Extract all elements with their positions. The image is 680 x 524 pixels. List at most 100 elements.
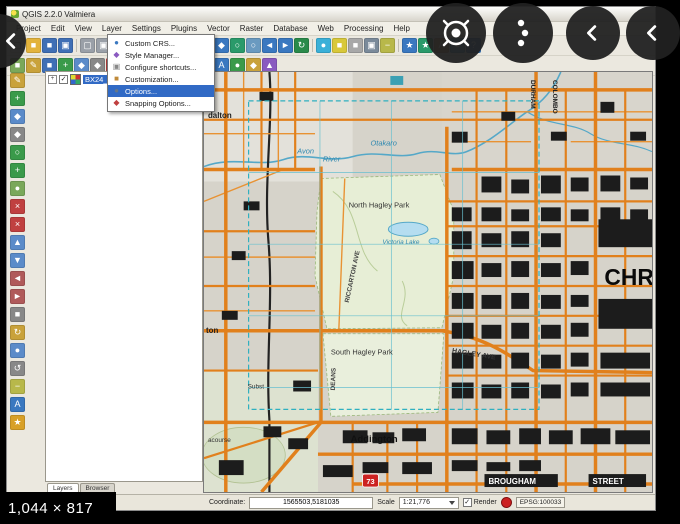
map-building-block [481,384,502,399]
expand-icon[interactable]: + [48,75,57,84]
refresh-icon[interactable]: ↻ [294,38,309,53]
map-label: ton [206,326,218,335]
add-part-icon[interactable]: + [10,163,25,178]
menu-item-snapping-options[interactable]: ◆ Snapping Options... [108,97,214,109]
map-building-block [540,354,561,369]
pin-labels-icon[interactable]: ★ [10,415,25,430]
split-parts-icon[interactable]: ► [10,289,25,304]
zoom-full-icon[interactable]: ◆ [214,38,229,53]
map-building-block [615,430,651,445]
menu-item-options[interactable]: ● Options... [108,85,214,97]
menu-raster[interactable]: Raster [235,23,269,34]
layers-panel[interactable]: + ✓ BX24_Geo [45,71,203,482]
map-label: DURHAM [529,80,536,109]
map-building-block [598,298,652,329]
menu-layer[interactable]: Layer [97,23,127,34]
measure-icon[interactable]: − [380,38,395,53]
menu-vector[interactable]: Vector [202,23,235,34]
menu-database[interactable]: Database [268,23,312,34]
deselect-features-icon[interactable]: ■ [348,38,363,53]
layer-visibility-checkbox[interactable]: ✓ [59,75,68,84]
map-building-block [570,177,589,192]
split-features-icon[interactable]: ◄ [10,271,25,286]
menu-item-configure-shortcuts[interactable]: ▣ Configure shortcuts... [108,61,214,73]
map-building-block [600,207,621,222]
coordinate-input[interactable] [249,496,374,509]
rotate-feature-icon[interactable]: ↻ [10,325,25,340]
delete-ring-icon[interactable]: × [10,199,25,214]
menu-settings[interactable]: Settings [127,23,166,34]
show-bookmarks-icon[interactable]: ★ [402,38,417,53]
map-building-block [570,322,589,337]
toggle-editing-icon[interactable]: ✎ [10,73,25,88]
zoom-to-selection-icon[interactable]: ○ [230,38,245,53]
map-building-block [540,263,561,278]
new-composer-icon[interactable]: ▢ [80,38,95,53]
map-building-block [580,428,611,445]
select-features-icon[interactable]: ■ [332,38,347,53]
zoom-next-icon[interactable]: ► [278,38,293,53]
text-annotation-icon[interactable]: A [10,397,25,412]
stop-render-icon[interactable] [500,497,512,508]
overlay-more-button[interactable] [493,3,553,63]
menu-item-custom-crs[interactable]: ● Custom CRS... [108,37,214,49]
map-building-block [243,201,260,211]
offset-curve-icon[interactable]: ▼ [10,253,25,268]
menu-view[interactable]: View [70,23,97,34]
save-project-icon[interactable]: ■ [42,38,57,53]
map-building-block [550,131,567,141]
menu-processing[interactable]: Processing [339,23,389,34]
route-shield-number: 73 [366,477,374,486]
map-label: CHR [604,264,652,290]
zoom-to-layer-icon[interactable]: ○ [246,38,261,53]
map-building-block [263,426,282,438]
title-bar[interactable]: QGIS 2.2.0 Valmiera [7,7,655,22]
map-building-block [231,251,246,261]
reshape-features-icon[interactable]: ▲ [10,235,25,250]
toolbar-separator [312,39,313,52]
merge-features-icon[interactable]: ■ [10,307,25,322]
map-building-block [511,261,530,278]
scale-label: Scale [377,499,395,506]
map-building-block [570,261,589,276]
save-project-as-icon[interactable]: ▣ [58,38,73,53]
map-building-block [451,428,478,445]
menu-item-style-manager[interactable]: ◆ Style Manager... [108,49,214,61]
chevron-left-icon [647,25,657,41]
delete-part-icon[interactable]: × [10,217,25,232]
node-tool-icon[interactable]: ◆ [10,127,25,142]
zoom-last-icon[interactable]: ◄ [262,38,277,53]
overlay-back-button[interactable] [566,6,620,60]
scale-combo[interactable]: 1:21,776 [398,496,459,509]
menu-help[interactable]: Help [388,23,414,34]
measure-line-icon[interactable]: − [10,379,25,394]
open-attribute-table-icon[interactable]: ▣ [364,38,379,53]
render-toggle[interactable]: ✓ Render [462,498,497,507]
add-feature-icon[interactable]: + [10,91,25,106]
menu-web[interactable]: Web [313,23,339,34]
map-label: acourse [208,437,231,444]
fill-ring-icon[interactable]: ● [10,181,25,196]
menu-plugins[interactable]: Plugins [166,23,202,34]
map-building-block [570,352,589,367]
map-building-block [511,292,530,309]
map-canvas[interactable]: 73 dalton Avon River Otakaro North Hagley Pa… [203,71,653,493]
toolbar-separator [398,39,399,52]
overlay-record-button[interactable] [426,3,486,63]
move-feature-icon[interactable]: ◆ [10,109,25,124]
open-project-icon[interactable]: ■ [26,38,41,53]
map-building-block [511,382,530,399]
overlay-back-button-2[interactable] [626,6,680,60]
identify-features-icon[interactable]: ● [316,38,331,53]
map-building-block [481,324,502,339]
render-checkbox[interactable]: ✓ [462,498,472,507]
add-ring-icon[interactable]: ○ [10,145,25,160]
simplify-feature-icon[interactable]: ● [10,343,25,358]
menu-item-label: Configure shortcuts... [125,62,197,72]
menu-item-customization[interactable]: ■ Customization... [108,73,214,85]
menu-edit[interactable]: Edit [46,23,70,34]
rotate-point-symbols-icon[interactable]: ↺ [10,361,25,376]
map-label: South Hagley Park [331,348,393,357]
map-label: Addington [351,433,398,444]
crs-status-button[interactable]: EPSG:100033 [515,497,566,508]
